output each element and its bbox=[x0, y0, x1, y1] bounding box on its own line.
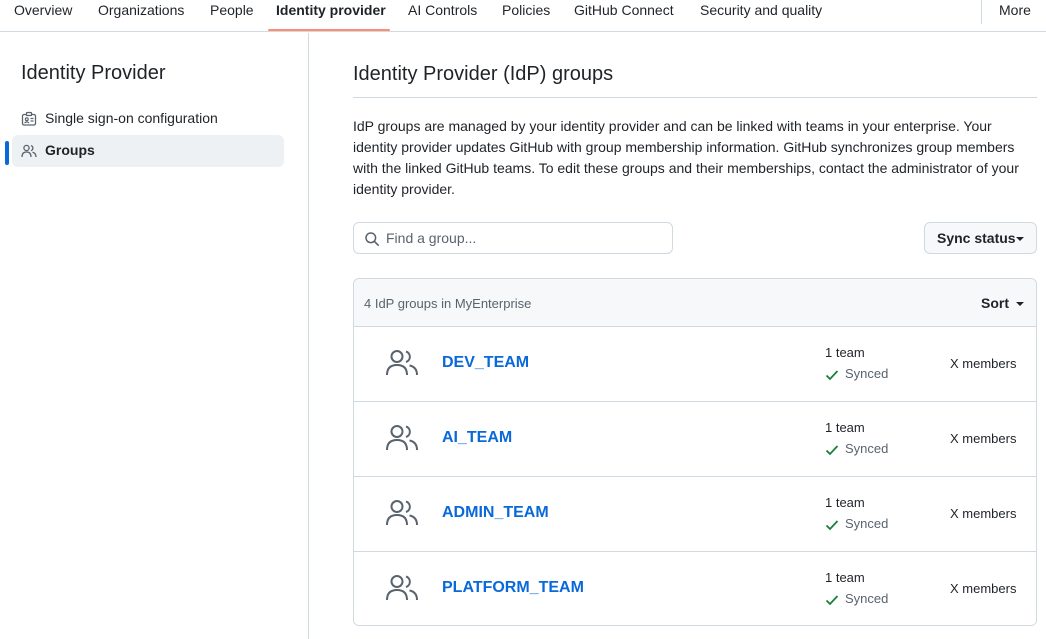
page-description: IdP groups are managed by your identity … bbox=[353, 118, 1019, 197]
idp-groups-list: 4 IdP groups in MyEnterprise Sort DEV_TE… bbox=[353, 278, 1037, 626]
tab-overview[interactable]: Overview bbox=[14, 0, 72, 32]
sidebar-item-label: Single sign-on configuration bbox=[45, 110, 218, 126]
tab-github-connect[interactable]: GitHub Connect bbox=[574, 0, 674, 32]
selected-item-indicator bbox=[5, 141, 9, 165]
sort-dropdown[interactable]: Sort bbox=[981, 295, 1024, 311]
sync-status: Synced bbox=[845, 366, 889, 381]
people-icon bbox=[386, 575, 418, 601]
sidebar-item-label: Groups bbox=[45, 142, 95, 158]
people-icon bbox=[386, 425, 418, 451]
tab-people[interactable]: People bbox=[210, 0, 254, 32]
linked-teams-count: 1 team bbox=[825, 570, 865, 585]
sidebar-item-groups[interactable]: Groups bbox=[12, 135, 284, 167]
sync-status-label: Sync status bbox=[937, 230, 1016, 246]
search-icon bbox=[365, 232, 379, 246]
search-field[interactable] bbox=[353, 222, 673, 254]
sort-label: Sort bbox=[981, 295, 1009, 311]
check-icon bbox=[825, 445, 839, 456]
top-navigation: Overview Organizations People Identity p… bbox=[0, 0, 1046, 32]
sync-status: Synced bbox=[845, 516, 889, 531]
people-icon bbox=[21, 144, 37, 158]
id-badge-icon bbox=[21, 111, 37, 126]
group-name-link[interactable]: DEV_TEAM bbox=[442, 354, 529, 372]
check-icon bbox=[825, 595, 839, 606]
tab-organizations[interactable]: Organizations bbox=[98, 0, 184, 32]
group-name-link[interactable]: AI_TEAM bbox=[442, 429, 512, 447]
more-menu-button[interactable]: More bbox=[999, 0, 1031, 32]
members-count: X members bbox=[950, 506, 1017, 521]
group-name-link[interactable]: ADMIN_TEAM bbox=[442, 504, 549, 522]
check-icon bbox=[825, 370, 839, 381]
members-count: X members bbox=[950, 356, 1017, 371]
list-header: 4 IdP groups in MyEnterprise Sort bbox=[354, 279, 1036, 327]
page-title: Identity Provider (IdP) groups bbox=[353, 63, 614, 85]
tab-policies[interactable]: Policies bbox=[502, 0, 550, 32]
group-row: AI_TEAM 1 team Synced X members bbox=[354, 402, 1036, 477]
sidebar-item-single-sign-on[interactable]: Single sign-on configuration bbox=[12, 103, 284, 135]
group-row: ADMIN_TEAM 1 team Synced X members bbox=[354, 477, 1036, 552]
members-count: X members bbox=[950, 581, 1017, 596]
linked-teams-count: 1 team bbox=[825, 495, 865, 510]
active-tab-indicator bbox=[268, 29, 390, 31]
people-icon bbox=[386, 500, 418, 526]
sync-status: Synced bbox=[845, 441, 889, 456]
search-input[interactable] bbox=[386, 228, 666, 248]
tab-identity-provider[interactable]: Identity provider bbox=[276, 0, 386, 32]
tab-security-and-quality[interactable]: Security and quality bbox=[700, 0, 822, 32]
linked-teams-count: 1 team bbox=[825, 345, 865, 360]
group-row: DEV_TEAM 1 team Synced X members bbox=[354, 327, 1036, 402]
people-icon bbox=[386, 350, 418, 376]
sidebar: Identity Provider Single sign-on configu… bbox=[0, 33, 309, 639]
sync-status-dropdown[interactable]: Sync status bbox=[924, 222, 1037, 254]
nav-divider bbox=[981, 0, 982, 24]
members-count: X members bbox=[950, 431, 1017, 446]
group-row: PLATFORM_TEAM 1 team Synced X members bbox=[354, 552, 1036, 625]
sidebar-title: Identity Provider bbox=[21, 62, 166, 84]
linked-teams-count: 1 team bbox=[825, 420, 865, 435]
groups-count: 4 IdP groups in MyEnterprise bbox=[364, 296, 532, 311]
caret-down-icon bbox=[1016, 237, 1024, 241]
check-icon bbox=[825, 520, 839, 531]
group-name-link[interactable]: PLATFORM_TEAM bbox=[442, 579, 584, 597]
title-divider bbox=[353, 97, 1037, 98]
caret-down-icon bbox=[1016, 302, 1024, 306]
sync-status: Synced bbox=[845, 591, 889, 606]
tab-ai-controls[interactable]: AI Controls bbox=[408, 0, 477, 32]
